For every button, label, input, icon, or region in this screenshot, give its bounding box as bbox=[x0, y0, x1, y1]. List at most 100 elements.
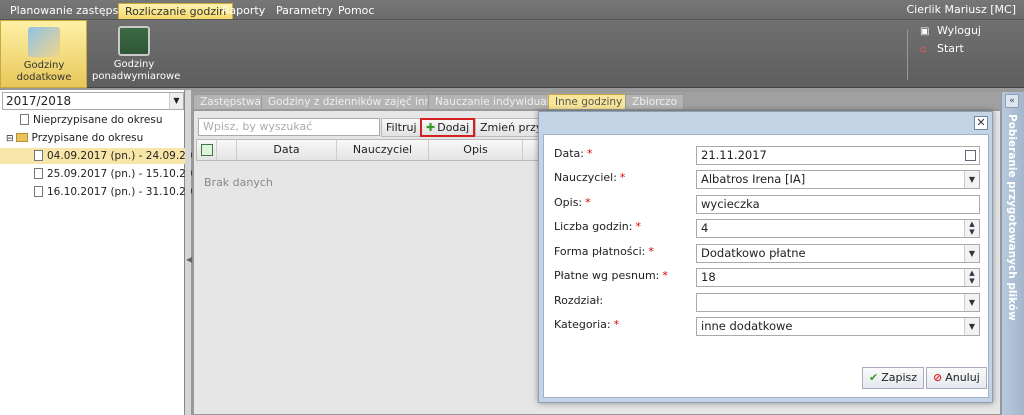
chevron-down-icon[interactable]: ▼ bbox=[964, 318, 979, 335]
cancel-label: Anuluj bbox=[945, 371, 980, 384]
school-year-select[interactable]: 2017/2018 ▼ bbox=[2, 92, 184, 110]
date-value: 21.11.2017 bbox=[701, 148, 767, 162]
required-marker: * bbox=[585, 196, 591, 209]
opis-label-text: Opis: bbox=[554, 196, 583, 209]
start-link[interactable]: ⌂ Start bbox=[920, 42, 964, 55]
opis-label: Opis: * bbox=[554, 196, 591, 209]
filter-button[interactable]: Filtruj bbox=[381, 118, 422, 137]
tree-item-nieprzypisane[interactable]: Nieprzypisane do okresu bbox=[20, 112, 162, 128]
tab-zastepstwa[interactable]: Zastępstwa bbox=[193, 94, 268, 109]
tab-strip: Zastępstwa Godziny z dzienników zajęć in… bbox=[191, 92, 1001, 109]
menu-parametry[interactable]: Parametry bbox=[270, 3, 339, 19]
teacher-value: Albatros Irena [IA] bbox=[701, 172, 806, 186]
column-nauczyciel[interactable]: Nauczyciel bbox=[337, 140, 429, 160]
required-marker: * bbox=[648, 245, 654, 258]
required-marker: * bbox=[619, 171, 626, 184]
teacher-select[interactable]: Albatros Irena [IA] ▼ bbox=[696, 170, 980, 189]
tab-inne-godziny[interactable]: Inne godziny bbox=[548, 94, 630, 109]
tree-item-label: 25.09.2017 (pn.) - 15.10.2017 bbox=[47, 168, 206, 180]
lock-icon: ▣ bbox=[920, 26, 930, 37]
left-pane: 2017/2018 ▼ Nieprzypisane do okresu ⊟ Prz… bbox=[0, 90, 206, 415]
chevron-down-icon[interactable]: ▼ bbox=[964, 294, 979, 311]
platne-wg-pesnum-label-text: Płatne wg pesnum: bbox=[554, 269, 660, 282]
change-assignment-button[interactable]: Zmień przypis bbox=[475, 118, 541, 137]
tree-item-przypisane[interactable]: ⊟ Przypisane do okresu bbox=[6, 130, 143, 146]
chevron-down-icon[interactable]: ▼ bbox=[964, 171, 979, 188]
toolbar: Wpisz, by wyszukać Filtruj ✚ Dodaj Zmień … bbox=[194, 116, 541, 137]
chevron-left-double-icon[interactable]: « bbox=[1005, 94, 1019, 108]
add-label: Dodaj bbox=[437, 121, 470, 134]
tree-item-period-1[interactable]: 04.09.2017 (pn.) - 24.09.2017 bbox=[0, 148, 206, 164]
tree-item-label: Nieprzypisane do okresu bbox=[33, 114, 163, 126]
data-label-text: Data: bbox=[554, 147, 584, 160]
chevron-down-icon[interactable]: ▼ bbox=[964, 245, 979, 262]
kategoria-label: Kategoria: * bbox=[554, 318, 619, 331]
required-marker: * bbox=[635, 220, 641, 233]
checkmark-icon: ✔ bbox=[869, 371, 879, 384]
hours-value: 4 bbox=[701, 221, 709, 235]
calendar-icon[interactable] bbox=[965, 150, 976, 161]
add-hours-dialog: ✕ Data: * 21.11.2017 Nauczyciel: * Albatro… bbox=[538, 111, 993, 403]
column-data[interactable]: Data bbox=[237, 140, 337, 160]
search-input[interactable]: Wpisz, by wyszukać bbox=[198, 118, 380, 136]
hours-stepper[interactable]: 4 ▲ ▼ bbox=[696, 219, 980, 238]
required-marker: * bbox=[662, 269, 668, 282]
kategoria-label-text: Kategoria: bbox=[554, 318, 611, 331]
save-label: Zapisz bbox=[881, 371, 918, 384]
section-select[interactable]: ▼ bbox=[696, 293, 980, 312]
chevron-left-icon[interactable]: ◀ bbox=[186, 255, 192, 264]
folder-icon bbox=[15, 133, 28, 142]
menu-bar: Planowanie zastępstw Rozliczanie godzin … bbox=[0, 0, 1024, 20]
close-icon[interactable]: ✕ bbox=[974, 116, 988, 130]
nauczyciel-label: Nauczyciel: * bbox=[554, 171, 625, 184]
category-select[interactable]: inne dodatkowe ▼ bbox=[696, 317, 980, 336]
tree-item-label: 16.10.2017 (pn.) - 31.10.2017 bbox=[47, 186, 206, 198]
school-year-value: 2017/2018 bbox=[6, 94, 72, 108]
description-field[interactable]: wycieczka bbox=[696, 195, 980, 214]
tree-item-label: Przypisane do okresu bbox=[31, 132, 144, 144]
ribbon: Godziny dodatkowe Godziny ponadwymiarowe… bbox=[0, 20, 1024, 88]
godziny-dodatkowe-label: Godziny dodatkowe bbox=[16, 60, 72, 83]
payment-form-select[interactable]: Dodatkowo płatne ▼ bbox=[696, 244, 980, 263]
menu-pomoc[interactable]: Pomoc bbox=[332, 3, 380, 19]
menu-raporty[interactable]: Raporty bbox=[216, 3, 271, 19]
category-value: inne dodatkowe bbox=[701, 319, 793, 333]
chevron-down-icon[interactable]: ▼ bbox=[169, 93, 183, 109]
logout-link[interactable]: ▣ Wyloguj bbox=[920, 24, 981, 37]
cancel-button[interactable]: ⊘ Anuluj bbox=[926, 367, 987, 389]
document-icon bbox=[34, 186, 43, 197]
spinner-arrows-icon[interactable]: ▲ ▼ bbox=[964, 220, 979, 237]
logout-label: Wyloguj bbox=[937, 24, 981, 37]
minus-icon[interactable]: ⊟ bbox=[6, 134, 14, 144]
required-marker: * bbox=[613, 318, 620, 331]
select-all-column[interactable] bbox=[197, 140, 217, 160]
tree-item-period-3[interactable]: 16.10.2017 (pn.) - 31.10.2017 bbox=[34, 184, 206, 200]
select-all-checkbox-icon[interactable] bbox=[201, 144, 213, 156]
left-splitter[interactable]: ◀ bbox=[185, 90, 192, 415]
column-opis[interactable]: Opis bbox=[429, 140, 523, 160]
liczba-godzin-label-text: Liczba godzin: bbox=[554, 220, 633, 233]
document-icon bbox=[34, 150, 43, 161]
pesnum-value: 18 bbox=[701, 270, 716, 284]
date-field[interactable]: 21.11.2017 bbox=[696, 146, 980, 165]
right-panel[interactable]: « Pobieranie przygotowanych plików bbox=[1001, 92, 1024, 415]
tree-item-label: 04.09.2017 (pn.) - 24.09.2017 bbox=[47, 150, 206, 162]
cancel-icon: ⊘ bbox=[933, 371, 943, 384]
plus-icon: ✚ bbox=[426, 121, 436, 134]
start-label: Start bbox=[937, 42, 964, 55]
spinner-arrows-icon[interactable]: ▲ ▼ bbox=[964, 269, 979, 286]
tab-zbiorczo[interactable]: Zbiorczo bbox=[625, 94, 684, 109]
liczba-godzin-label: Liczba godzin: * bbox=[554, 220, 641, 233]
tree-item-period-2[interactable]: 25.09.2017 (pn.) - 15.10.2017 bbox=[34, 166, 206, 182]
data-label: Data: * bbox=[554, 147, 592, 160]
forma-platnosci-label-text: Forma płatności: bbox=[554, 245, 646, 258]
save-button[interactable]: ✔ Zapisz bbox=[862, 367, 925, 389]
add-button[interactable]: ✚ Dodaj bbox=[420, 118, 476, 137]
pesnum-stepper[interactable]: 18 ▲ ▼ bbox=[696, 268, 980, 287]
platne-wg-pesnum-label: Płatne wg pesnum: * bbox=[554, 269, 668, 282]
spacer-column bbox=[217, 140, 237, 160]
forma-platnosci-label: Forma płatności: * bbox=[554, 245, 654, 258]
godziny-dodatkowe-button[interactable]: Godziny dodatkowe bbox=[0, 20, 87, 88]
right-panel-title: Pobieranie przygotowanych plików bbox=[1006, 114, 1018, 321]
godziny-ponadwymiarowe-button[interactable]: Godziny ponadwymiarowe bbox=[90, 20, 180, 88]
